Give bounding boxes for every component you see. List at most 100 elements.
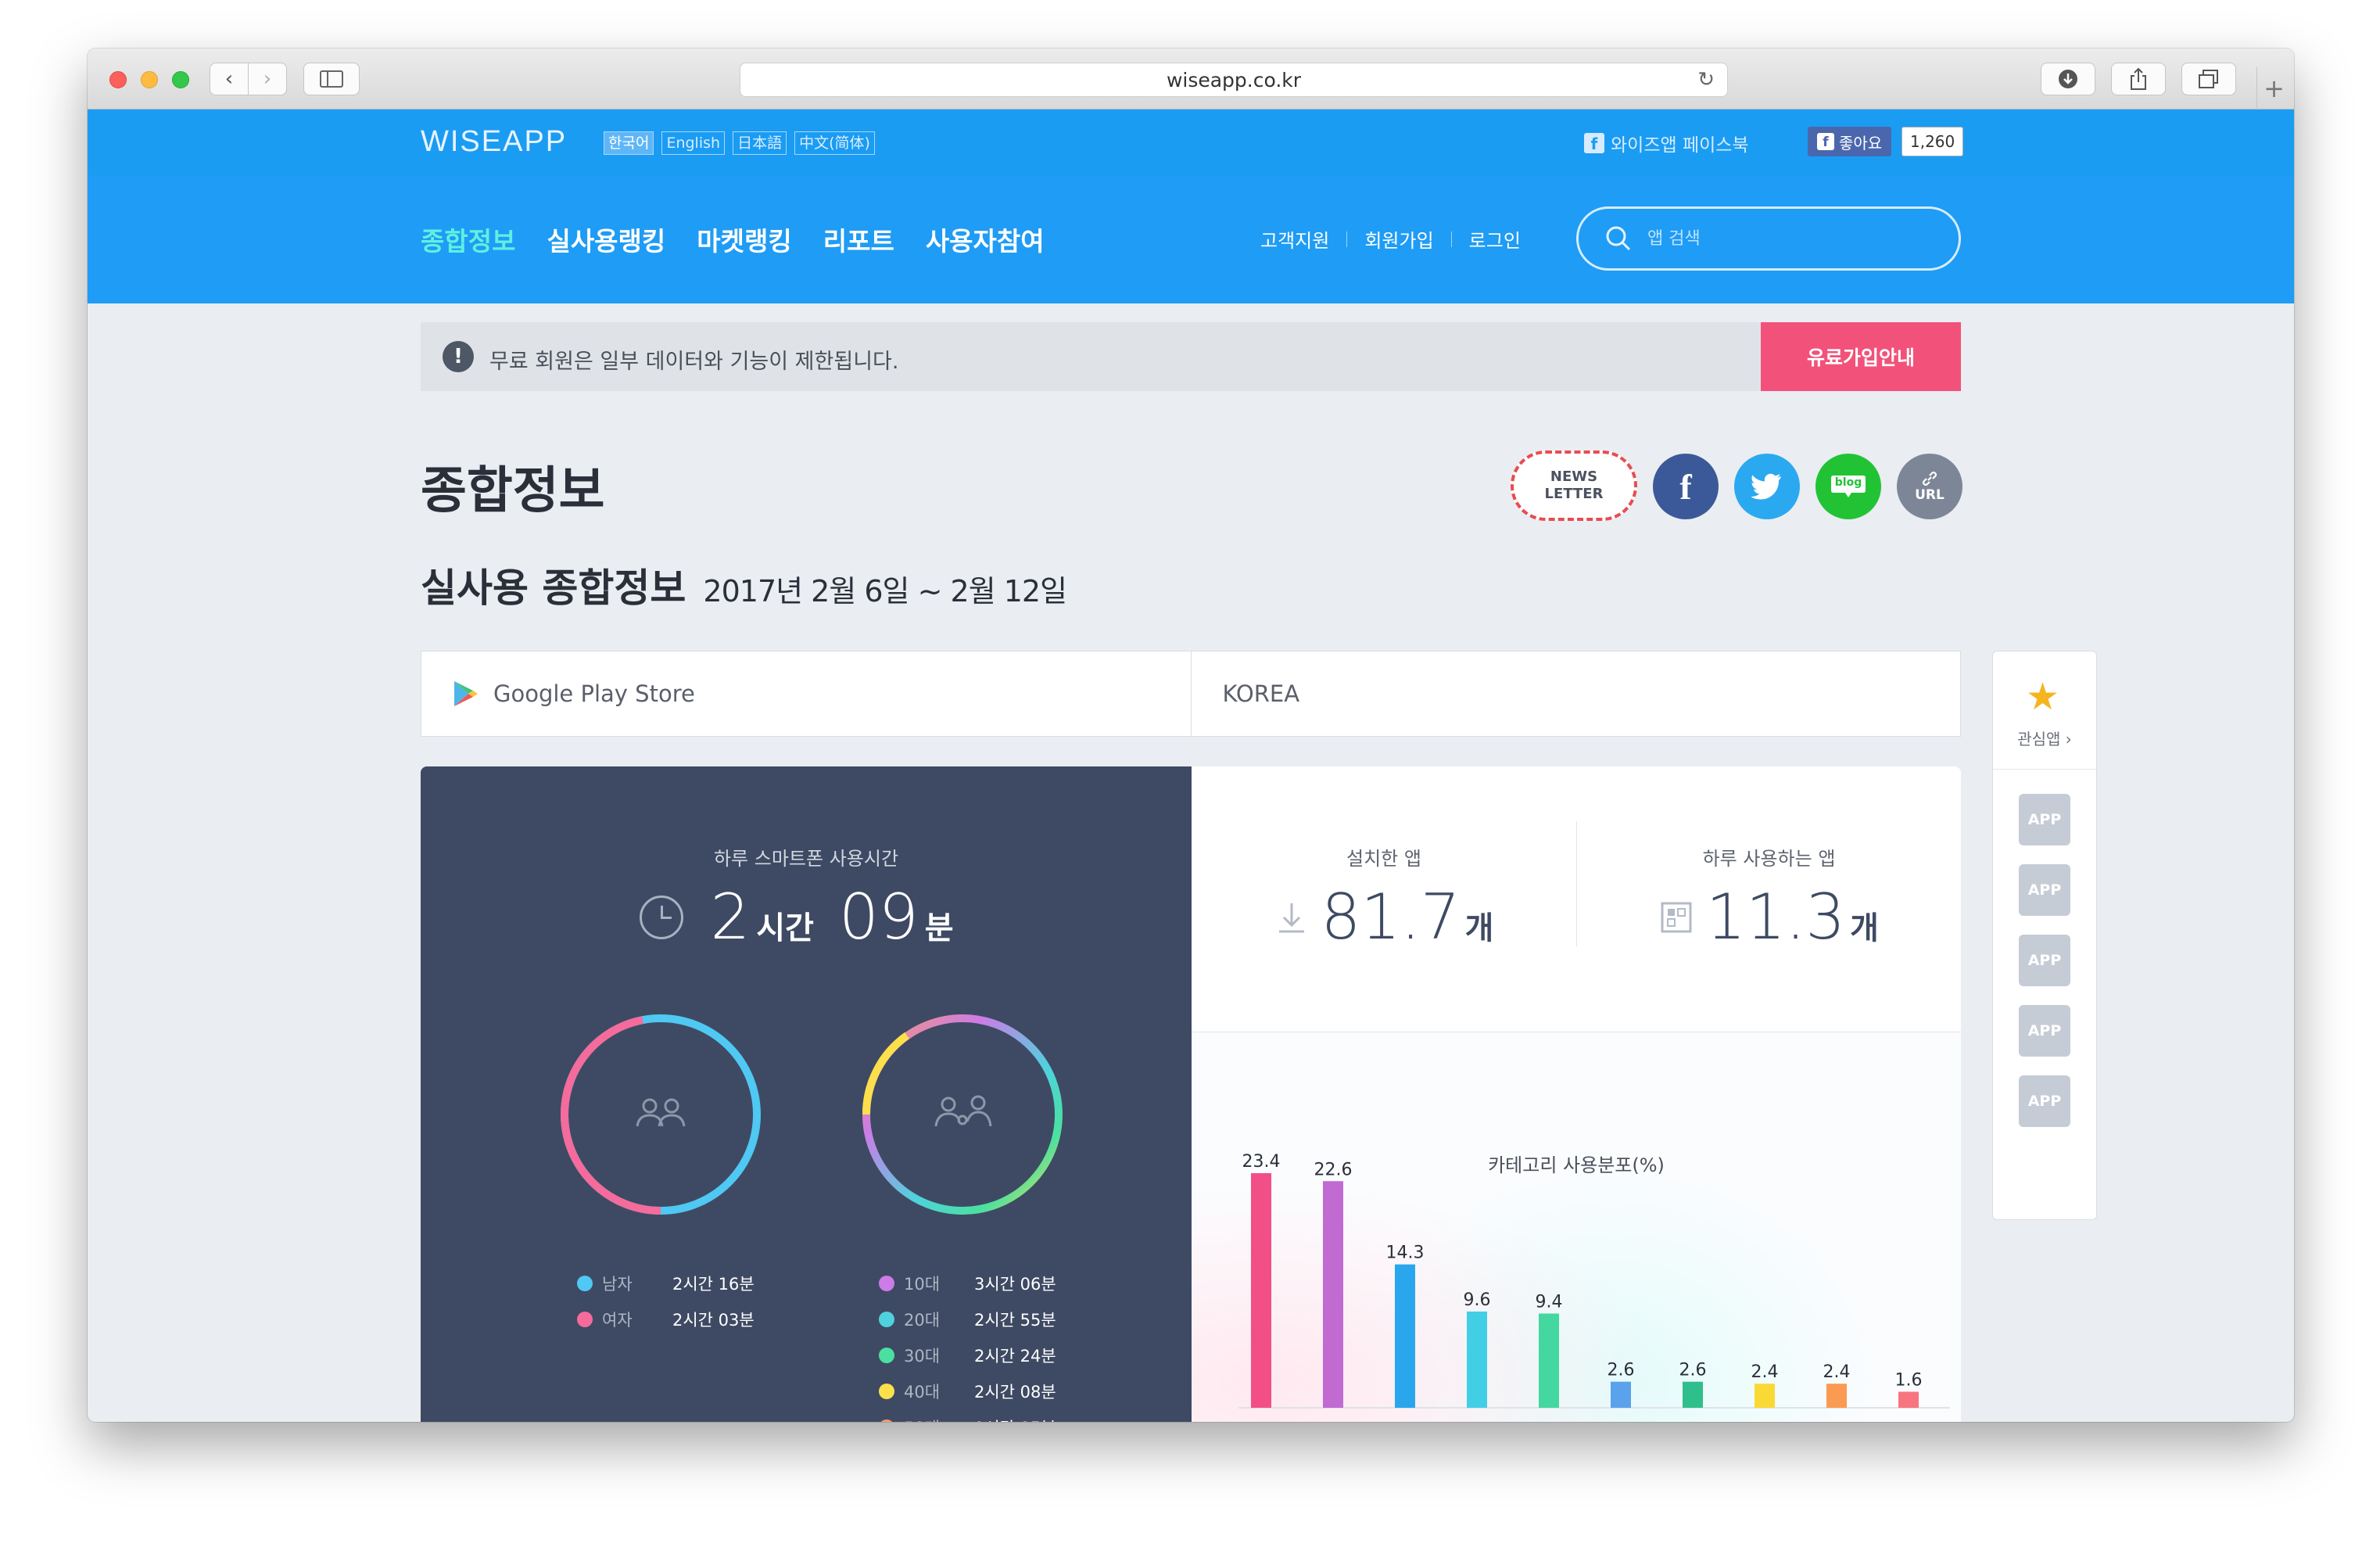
favorite-app-slot[interactable]: APP xyxy=(2019,1075,2070,1127)
daily-used-apps-stat: 하루 사용하는 앱 11.3 개 xyxy=(1576,821,1961,953)
menu-item-usage-ranking[interactable]: 실사용랭킹 xyxy=(547,221,665,258)
minimize-window-button[interactable] xyxy=(141,71,158,88)
daily-used-apps-unit: 개 xyxy=(1850,910,1879,946)
legend-dot xyxy=(879,1276,894,1291)
support-link[interactable]: 고객지원 xyxy=(1260,225,1329,253)
legend-row-50s: 50대+ 1시간 15분 xyxy=(879,1409,1056,1422)
installed-apps-value: 81.7 개 xyxy=(1192,881,1576,953)
chevron-left-icon: ‹ xyxy=(224,67,234,91)
like-count: 1,260 xyxy=(1901,127,1964,156)
site-logo[interactable]: WISEAPP xyxy=(421,125,567,159)
favorite-app-slot[interactable]: APP xyxy=(2019,935,2070,986)
chart-bar xyxy=(1755,1384,1775,1408)
lang-english[interactable]: English xyxy=(661,131,726,155)
legend-row-30s: 30대 2시간 24분 xyxy=(879,1337,1056,1373)
legend-dot xyxy=(577,1312,593,1327)
legend-dot xyxy=(879,1348,894,1363)
like-label: 좋아요 xyxy=(1839,133,1883,153)
legend-row-female: 여자 2시간 03분 xyxy=(577,1301,755,1337)
legend-dot xyxy=(879,1384,894,1399)
menu-item-market-ranking[interactable]: 마켓랭킹 xyxy=(697,221,791,258)
gender-donut xyxy=(561,1014,761,1215)
favorites-label: 관심앱 xyxy=(2017,730,2061,748)
facebook-page-link[interactable]: f 와이즈앱 페이스북 xyxy=(1584,130,1749,156)
paid-signup-button[interactable]: 유료가입안내 xyxy=(1761,322,1961,391)
favorite-app-slot[interactable]: APP xyxy=(2019,794,2070,845)
star-icon[interactable]: ★ xyxy=(2026,675,2059,719)
filter-bar: Google Play Store KOREA xyxy=(421,651,1961,737)
sidebar-toggle-button[interactable] xyxy=(303,63,360,95)
age-donut xyxy=(862,1014,1063,1215)
newsletter-button[interactable]: NEWS LETTER xyxy=(1511,450,1637,521)
legend-value: 2시간 16분 xyxy=(672,1275,755,1294)
divider xyxy=(1346,231,1348,247)
menu-item-user-participation[interactable]: 사용자참여 xyxy=(926,221,1045,258)
downloads-button[interactable] xyxy=(2041,63,2095,95)
browser-window: ‹ › wiseapp.co.kr ↻ + WISEAPP 한국어 Englis… xyxy=(88,48,2294,1422)
legend-row-male: 남자 2시간 16분 xyxy=(577,1265,755,1301)
chart-bar xyxy=(1251,1173,1271,1408)
chart-bar xyxy=(1467,1311,1487,1408)
favorites-link[interactable]: 관심앱 › xyxy=(1993,727,2096,749)
family-icon xyxy=(934,1095,992,1127)
search-icon[interactable] xyxy=(1605,225,1632,252)
category-chart-panel: 카테고리 사용분포(%) 23.4 22.6 14.3 9.6 9.4 2.6 2.6 2.4… xyxy=(1192,1032,1961,1422)
reload-icon[interactable]: ↻ xyxy=(1697,68,1715,92)
blog-label: blog xyxy=(1834,476,1862,489)
forward-button[interactable]: › xyxy=(248,63,287,95)
tabs-overview-button[interactable] xyxy=(2181,63,2236,95)
app-search-box[interactable] xyxy=(1576,206,1961,271)
store-selector[interactable]: Google Play Store xyxy=(421,651,1191,736)
app-grid-icon xyxy=(1661,902,1692,932)
menu-item-overview[interactable]: 종합정보 xyxy=(421,221,515,258)
lang-korean[interactable]: 한국어 xyxy=(604,131,654,155)
legend-label: 20대 xyxy=(904,1311,941,1330)
close-window-button[interactable] xyxy=(109,71,127,88)
store-label: Google Play Store xyxy=(493,680,695,707)
facebook-icon: f xyxy=(1679,466,1692,507)
chart-bar xyxy=(1826,1384,1847,1408)
share-blog-button[interactable]: blog xyxy=(1815,454,1881,519)
newsletter-line2: LETTER xyxy=(1544,486,1604,502)
bar-value-label: 9.6 xyxy=(1464,1290,1491,1310)
legend-dot xyxy=(879,1420,894,1422)
favorite-app-slot[interactable]: APP xyxy=(2019,864,2070,916)
menu-item-report[interactable]: 리포트 xyxy=(823,221,894,258)
section-title: 실사용 종합정보 2017년 2월 6일 ~ 2월 12일 xyxy=(421,557,1067,613)
app-count-panel: 설치한 앱 81.7 개 하루 사용하는 앱 11.3 개 xyxy=(1192,766,1961,1032)
usage-hours: 2 xyxy=(710,881,751,953)
maximize-window-button[interactable] xyxy=(172,71,189,88)
signup-link[interactable]: 회원가입 xyxy=(1364,225,1433,253)
lang-japanese[interactable]: 日本語 xyxy=(733,131,787,155)
sidebar-icon xyxy=(320,70,343,88)
country-selector[interactable]: KOREA xyxy=(1190,651,1961,736)
lang-chinese[interactable]: 中文(简体) xyxy=(794,131,875,155)
age-legend: 10대 3시간 06분 20대 2시간 55분 30대 2시간 24분 40대 … xyxy=(879,1265,1056,1422)
notice-text: 무료 회원은 일부 데이터와 기능이 제한됩니다. xyxy=(489,350,899,374)
share-url-button[interactable]: URL xyxy=(1897,454,1962,519)
browser-toolbar: ‹ › wiseapp.co.kr ↻ + xyxy=(88,48,2294,109)
usage-minutes: 09 xyxy=(838,881,919,953)
login-link[interactable]: 로그인 xyxy=(1469,225,1521,253)
bar-value-label: 2.4 xyxy=(1751,1362,1779,1382)
new-tab-button[interactable]: + xyxy=(2256,67,2291,109)
hours-unit: 시간 xyxy=(756,910,814,946)
back-button[interactable]: ‹ xyxy=(210,63,249,95)
facebook-page-label: 와이즈앱 페이스북 xyxy=(1611,135,1749,156)
share-button[interactable] xyxy=(2111,63,2166,95)
language-selector: 한국어 English 日本語 中文(简体) xyxy=(604,131,875,155)
search-input[interactable] xyxy=(1647,228,1929,249)
legend-label: 50대+ xyxy=(904,1416,974,1422)
newsletter-line1: NEWS xyxy=(1550,468,1598,485)
url-text: wiseapp.co.kr xyxy=(1166,68,1302,92)
favorite-app-slot[interactable]: APP xyxy=(2019,1005,2070,1057)
share-twitter-button[interactable] xyxy=(1734,454,1800,519)
facebook-like-button[interactable]: f 좋아요 xyxy=(1808,127,1892,156)
divider xyxy=(1450,231,1452,247)
legend-value: 2시간 03분 xyxy=(672,1311,755,1330)
share-facebook-button[interactable]: f xyxy=(1653,454,1719,519)
utility-links: 고객지원 회원가입 로그인 xyxy=(1260,225,1521,253)
legend-value: 2시간 55분 xyxy=(974,1311,1056,1330)
address-bar[interactable]: wiseapp.co.kr ↻ xyxy=(740,63,1728,97)
clock-icon xyxy=(640,895,684,939)
